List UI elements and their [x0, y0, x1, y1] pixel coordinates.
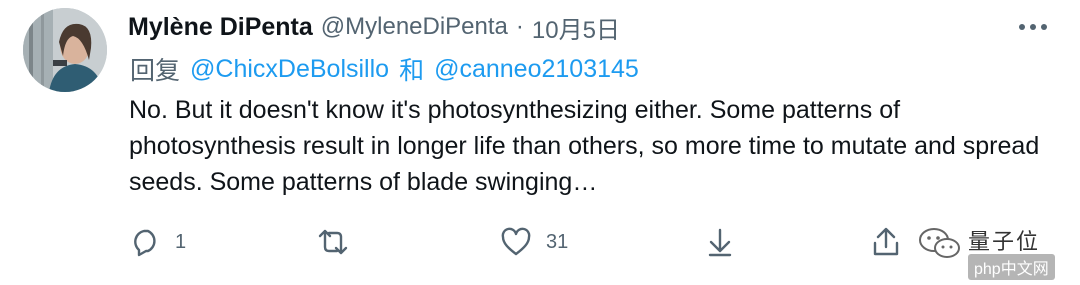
upload-icon: [873, 227, 899, 256]
like-button[interactable]: 31: [500, 224, 568, 260]
like-count: 31: [546, 230, 569, 253]
retweet-button[interactable]: [316, 224, 364, 260]
avatar[interactable]: [23, 8, 107, 92]
reply-button[interactable]: 1: [131, 224, 186, 260]
tweet-text: No. But it doesn't know it's photosynthe…: [129, 96, 1040, 196]
watermark-site: php中文网: [968, 254, 1055, 280]
reply-context: 回复 @ChicxDeBolsillo 和 @canneo2103145: [130, 52, 639, 86]
more-horizontal-icon: [1019, 24, 1047, 30]
share-button[interactable]: [705, 224, 735, 260]
avatar-photo: [23, 8, 107, 92]
reply-count: 1: [175, 230, 187, 253]
reply-prefix: 回复: [130, 57, 181, 85]
reply-conjunction: 和: [399, 57, 425, 85]
watermark-brand: 量子位: [968, 229, 1041, 254]
wechat-icon: [919, 228, 960, 258]
download-arrow-icon: [708, 228, 732, 257]
reply-icon: [134, 229, 156, 257]
tweet-date[interactable]: 10月5日: [532, 10, 620, 45]
tweet-header: Mylène DiPenta @MyleneDiPenta · 10月5日: [128, 10, 620, 44]
mention-link[interactable]: @ChicxDeBolsillo: [190, 55, 389, 84]
heart-icon: [501, 227, 531, 256]
user-handle[interactable]: @MyleneDiPenta: [321, 13, 508, 41]
more-options-button[interactable]: [1016, 12, 1050, 42]
separator-dot: ·: [515, 13, 524, 40]
mention-link[interactable]: @canneo2103145: [434, 55, 639, 84]
upload-button[interactable]: [871, 224, 901, 260]
tweet: Mylène DiPenta @MyleneDiPenta · 10月5日 回复…: [0, 0, 1080, 285]
display-name[interactable]: Mylène DiPenta: [128, 13, 313, 42]
retweet-icon: [318, 229, 348, 255]
watermark: 量子位 php中文网: [908, 220, 1076, 282]
